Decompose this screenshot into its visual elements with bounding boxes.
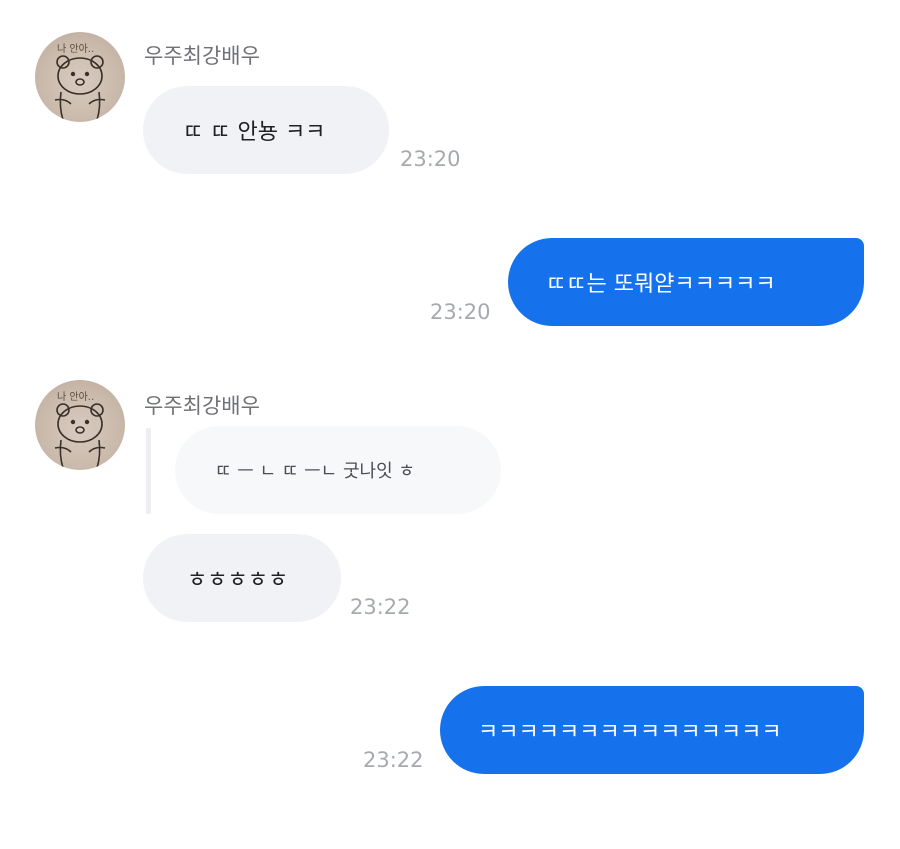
outgoing-message-bubble[interactable]: ㅋㅋㅋㅋㅋㅋㅋㅋㅋㅋㅋㅋㅋㅋㅋ [440, 686, 864, 774]
sender-name: 우주최강배우 [144, 394, 260, 418]
quoted-message[interactable]: ㄸ ㅡ ㄴ ㄸ ㅡㄴ 굿나잇 ㅎ [175, 426, 501, 514]
message-text: ㅎㅎㅎㅎㅎ [187, 568, 289, 593]
incoming-message-bubble[interactable]: ㄸ ㄸ 안뇽 ㅋㅋ [143, 86, 389, 174]
quote-bar [146, 428, 151, 514]
incoming-message-bubble[interactable]: ㅎㅎㅎㅎㅎ [143, 534, 341, 622]
avatar-caption: 나 안아.. [57, 43, 94, 55]
message-text: ㅋㅋㅋㅋㅋㅋㅋㅋㅋㅋㅋㅋㅋㅋㅋ [478, 720, 782, 745]
message-timestamp: 23:20 [400, 147, 461, 171]
message-text: ㄸㄸ는 또뭐얃ㅋㅋㅋㅋㅋ [546, 272, 776, 297]
outgoing-message-bubble[interactable]: ㄸㄸ는 또뭐얃ㅋㅋㅋㅋㅋ [508, 238, 864, 326]
message-timestamp: 23:20 [430, 300, 491, 324]
avatar[interactable]: 나 안아.. [35, 32, 125, 122]
message-text: ㄸ ㄸ 안뇽 ㅋㅋ [183, 120, 326, 145]
avatar-caption: 나 안아.. [57, 391, 94, 403]
message-timestamp: 23:22 [350, 595, 411, 619]
bear-drawing-icon: 나 안아.. [54, 43, 106, 121]
quoted-text: ㄸ ㅡ ㄴ ㄸ ㅡㄴ 굿나잇 ㅎ [215, 461, 415, 482]
sender-name: 우주최강배우 [144, 44, 260, 68]
message-timestamp: 23:22 [363, 748, 424, 772]
avatar[interactable]: 나 안아.. [35, 380, 125, 470]
bear-drawing-icon: 나 안아.. [54, 391, 106, 469]
